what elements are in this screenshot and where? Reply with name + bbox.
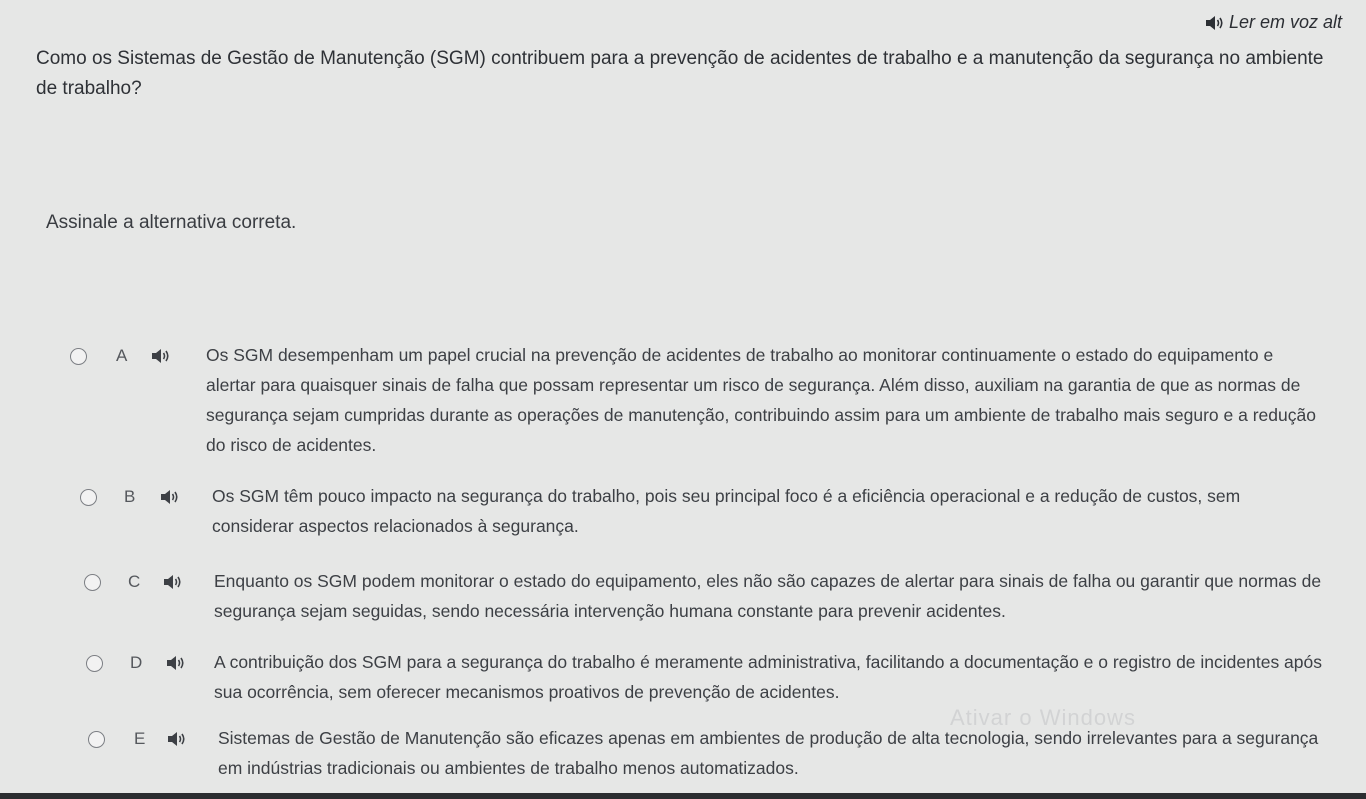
instruction-text: Assinale a alternativa correta.: [46, 212, 297, 233]
option-e-radio[interactable]: [88, 731, 105, 748]
windows-activation-watermark: Ativar o Windows: [950, 705, 1136, 730]
option-b-speaker-icon[interactable]: [160, 489, 180, 505]
option-d-speaker-icon[interactable]: [166, 655, 186, 671]
option-a-speaker-icon[interactable]: [151, 348, 171, 364]
option-e-letter: E: [134, 729, 146, 748]
option-c-text: Enquanto os SGM podem monitorar o estado…: [214, 571, 1322, 621]
speaker-icon: [1206, 15, 1223, 30]
option-a-text: Os SGM desempenham um papel crucial na p…: [206, 345, 1316, 455]
option-a-letter: A: [116, 346, 128, 365]
option-d-letter: D: [130, 653, 143, 672]
option-e-speaker-icon[interactable]: [167, 731, 187, 747]
option-c-letter: C: [128, 572, 141, 591]
option-b-letter: B: [124, 487, 136, 506]
read-aloud-label: Ler em voz alt: [1229, 12, 1343, 32]
option-c-speaker-icon[interactable]: [163, 574, 183, 590]
read-aloud-button[interactable]: Ler em voz alt: [1205, 12, 1342, 33]
option-b-text: Os SGM têm pouco impacto na segurança do…: [212, 486, 1241, 536]
bottom-bar: [0, 793, 1366, 799]
option-b-radio[interactable]: [80, 489, 97, 506]
option-c-radio[interactable]: [84, 574, 101, 591]
option-e-text: Sistemas de Gestão de Manutenção são efi…: [218, 728, 1319, 778]
option-d-text: A contribuição dos SGM para a segurança …: [214, 652, 1323, 702]
option-d-radio[interactable]: [86, 655, 103, 672]
option-a-radio[interactable]: [70, 348, 87, 365]
question-text: Como os Sistemas de Gestão de Manutenção…: [36, 48, 1324, 99]
